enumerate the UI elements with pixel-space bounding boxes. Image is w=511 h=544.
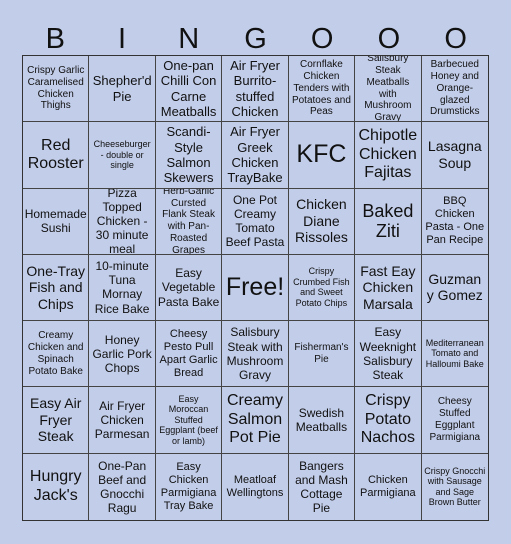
bingo-board: Crispy Garlic Caramelised Chicken Thighs… (22, 55, 489, 521)
bingo-cell[interactable]: Swedish Meatballs (288, 387, 356, 454)
bingo-cell[interactable]: Chicken Diane Rissoles (288, 188, 356, 255)
header-letter-n: N (178, 22, 200, 55)
bingo-cell[interactable]: Scandi-Style Salmon Skewers (155, 122, 223, 189)
bingo-cell[interactable]: Crispy Garlic Caramelised Chicken Thighs (23, 56, 90, 123)
bingo-cell[interactable]: Air Fryer Greek Chicken TrayBake (222, 122, 289, 189)
bingo-cell[interactable]: Fisherman's Pie (288, 321, 356, 388)
header-letter-i: I (118, 22, 127, 55)
bingo-cell[interactable]: Cheesy Stuffed Eggplant Parmigiana (421, 387, 488, 454)
bingo-cell[interactable]: Homemade Sushi (23, 188, 90, 255)
bingo-cell[interactable]: Air Fryer Burrito-stuffed Chicken (222, 56, 289, 123)
bingo-cell[interactable]: Mediterranean Tomato and Halloumi Bake (421, 321, 488, 388)
bingo-cell[interactable]: Fast Eay Chicken Marsala (355, 254, 422, 322)
free-space[interactable]: Free! (222, 254, 289, 322)
bingo-cell[interactable]: Shepher'd Pie (89, 56, 156, 123)
bingo-cell[interactable]: Easy Moroccan Stuffed Eggplant (beef or … (155, 387, 223, 454)
bingo-header: B I N G O O O (22, 20, 489, 56)
bingo-cell[interactable]: One-Pan Beef and Gnocchi Ragu (89, 453, 156, 520)
bingo-cell[interactable]: One Pot Creamy Tomato Beef Pasta (222, 188, 289, 255)
bingo-cell[interactable]: Barbecued Honey and Orange-glazed Drumst… (421, 56, 488, 123)
bingo-cell[interactable]: One-Tray Fish and Chips (23, 254, 90, 322)
bingo-cell[interactable]: KFC (288, 122, 356, 189)
bingo-cell[interactable]: Herb-Garlic Cursted Flank Steak with Pan… (155, 188, 223, 255)
bingo-cell[interactable]: Easy Vegetable Pasta Bake (155, 254, 223, 322)
bingo-cell[interactable]: Crispy Potato Nachos (355, 387, 422, 454)
header-letter-g: G (244, 22, 267, 55)
bingo-cell[interactable]: One-pan Chilli Con Carne Meatballs (155, 56, 223, 123)
bingo-cell[interactable]: Easy Chicken Parmigiana Tray Bake (156, 453, 223, 520)
bingo-cell[interactable]: Air Fryer Chicken Parmesan (89, 387, 156, 454)
bingo-cell[interactable]: Red Rooster (23, 122, 90, 189)
bingo-cell[interactable]: Cornflake Chicken Tenders with Potatoes … (288, 56, 356, 123)
bingo-cell[interactable]: Chipotle Chicken Fajitas (355, 122, 422, 189)
bingo-cell[interactable]: Cheeseburger - double or single (89, 122, 156, 189)
bingo-cell[interactable]: Pizza Topped Chicken - 30 minute meal (89, 188, 156, 255)
bingo-cell[interactable]: BBQ Chicken Pasta - One Pan Recipe (421, 189, 488, 255)
header-letter-b: B (45, 22, 66, 55)
bingo-cell[interactable]: Hungry Jack's (23, 453, 90, 520)
header-letter-o2: O (377, 22, 401, 55)
bingo-cell[interactable]: Guzman y Gomez (421, 255, 488, 322)
bingo-cell[interactable]: Creamy Salmon Pot Pie (222, 387, 289, 454)
bingo-cell[interactable]: Salisbury Steak with Mushroom Gravy (222, 321, 289, 388)
bingo-cell[interactable]: Easy Air Fryer Steak (23, 387, 90, 454)
header-letter-o1: O (310, 22, 334, 55)
bingo-cell[interactable]: Creamy Chicken and Spinach Potato Bake (23, 321, 90, 388)
bingo-cell[interactable]: Bangers and Mash Cottage Pie (289, 453, 356, 520)
bingo-cell[interactable]: Chicken Parmigiana (355, 453, 422, 520)
bingo-cell[interactable]: 10-minute Tuna Mornay Rice Bake (89, 254, 156, 322)
bingo-cell[interactable]: Meatloaf Wellingtons (222, 453, 289, 520)
bingo-cell[interactable]: Lasagna Soup (421, 122, 488, 189)
bingo-cell[interactable]: Easy Weeknight Salisbury Steak (355, 321, 422, 388)
bingo-cell[interactable]: Honey Garlic Pork Chops (89, 321, 156, 388)
bingo-cell[interactable]: Crispy Gnocchi with Sausage and Sage Bro… (422, 454, 488, 520)
bingo-cell[interactable]: Salisbury Steak Meatballs with Mushroom … (355, 56, 422, 123)
bingo-cell[interactable]: Cheesy Pesto Pull Apart Garlic Bread (155, 321, 223, 388)
bingo-cell[interactable]: Baked Ziti (355, 188, 422, 255)
bingo-cell[interactable]: Crispy Crumbed Fish and Sweet Potato Chi… (288, 254, 356, 322)
header-letter-o3: O (444, 22, 467, 55)
